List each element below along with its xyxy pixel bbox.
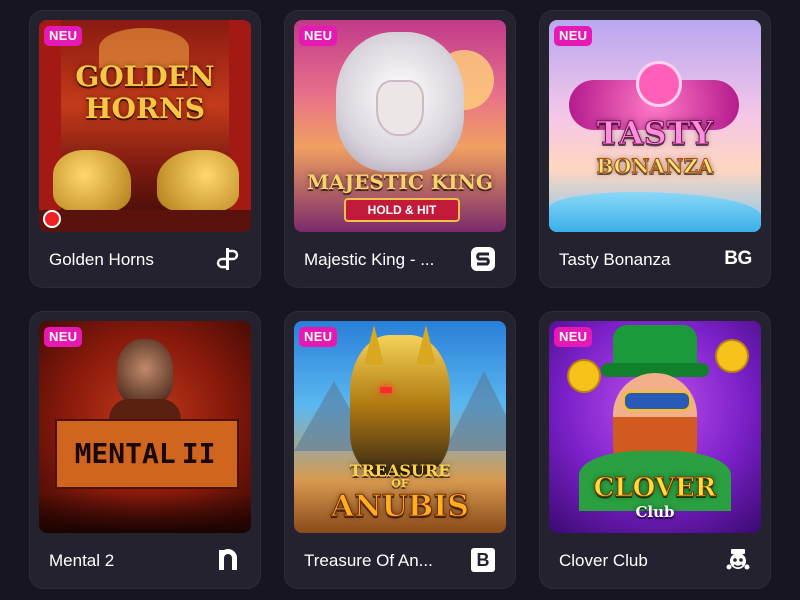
- s-rounded-icon: [470, 246, 496, 272]
- art-title-line2: HORNS: [85, 92, 205, 125]
- art-title-line2: II: [181, 436, 216, 470]
- new-badge: NEU: [554, 26, 593, 46]
- new-badge: NEU: [554, 327, 593, 347]
- game-thumbnail[interactable]: TREASURE OF ANUBIS NEU: [294, 321, 506, 533]
- mascot-icon: [725, 547, 751, 573]
- game-thumbnail[interactable]: GOLDEN HORNS NEU: [39, 20, 251, 232]
- game-card-majestic-king[interactable]: MAJESTIC KING HOLD & HIT NEU Majestic Ki…: [284, 10, 516, 288]
- art-title-line1: MAJESTIC KING: [306, 170, 494, 194]
- art-title-line1: GOLDEN: [75, 60, 215, 93]
- new-badge: NEU: [44, 26, 83, 46]
- game-thumbnail[interactable]: TASTY BONANZA NEU: [549, 20, 761, 232]
- game-title[interactable]: Mental 2: [49, 551, 199, 571]
- provider-logo-small-icon: [43, 210, 61, 228]
- game-title[interactable]: Clover Club: [559, 551, 709, 571]
- new-badge: NEU: [299, 327, 338, 347]
- game-card-clover-club[interactable]: CLOVER Club NEU Clover Club: [539, 311, 771, 589]
- game-title[interactable]: Tasty Bonanza: [559, 250, 709, 270]
- game-card-mental-2[interactable]: MENTAL II NEU Mental 2: [29, 311, 261, 589]
- game-card-treasure-of-anubis[interactable]: TREASURE OF ANUBIS NEU Treasure Of An...…: [284, 311, 516, 589]
- game-title[interactable]: Golden Horns: [49, 250, 199, 270]
- game-thumbnail[interactable]: MAJESTIC KING HOLD & HIT NEU: [294, 20, 506, 232]
- new-badge: NEU: [299, 26, 338, 46]
- game-title[interactable]: Treasure Of An...: [304, 551, 454, 571]
- art-title-line3: ANUBIS: [331, 489, 470, 525]
- game-thumbnail[interactable]: CLOVER Club NEU: [549, 321, 761, 533]
- game-card-tasty-bonanza[interactable]: TASTY BONANZA NEU Tasty Bonanza BG: [539, 10, 771, 288]
- bg-provider-icon: BG: [724, 248, 752, 269]
- art-title-line1: MENTAL: [74, 436, 176, 470]
- b-provider-icon: B: [470, 547, 496, 573]
- game-title[interactable]: Majestic King - ...: [304, 250, 454, 270]
- art-title-line2: BONANZA: [596, 154, 714, 179]
- art-title-line2: HOLD & HIT: [344, 198, 460, 222]
- b-provider-label: B: [471, 548, 495, 572]
- game-thumbnail[interactable]: MENTAL II NEU: [39, 321, 251, 533]
- new-badge: NEU: [44, 327, 83, 347]
- art-title-line1: CLOVER: [593, 473, 717, 504]
- art-title-line1: TASTY: [596, 114, 714, 153]
- ps-bar-icon: [215, 246, 241, 272]
- n-arch-icon: [215, 547, 241, 573]
- game-card-golden-horns[interactable]: GOLDEN HORNS NEU Golden Horns: [29, 10, 261, 288]
- art-title-line2: Club: [635, 503, 675, 521]
